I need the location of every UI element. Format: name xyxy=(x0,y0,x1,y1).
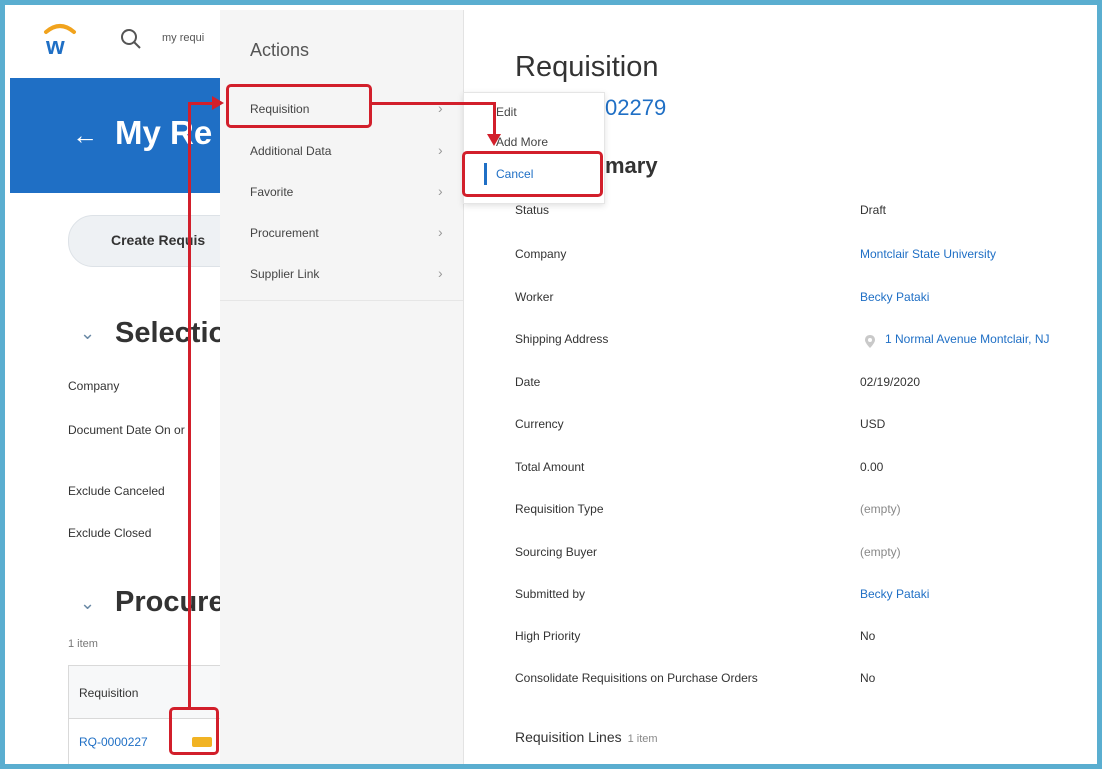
menu-item-label: Favorite xyxy=(250,185,294,199)
actions-menu-title: Actions xyxy=(250,40,310,60)
requisition-type-label: Requisition Type xyxy=(515,502,604,516)
chevron-right-icon: › xyxy=(438,183,443,199)
document-date-field-label: Document Date On or xyxy=(68,423,185,437)
annotation-line-horizontal xyxy=(188,102,214,105)
submenu-item-label: Add More xyxy=(496,135,549,149)
sourcing-buyer-value: (empty) xyxy=(860,545,901,559)
annotation-box-requisition xyxy=(226,84,372,128)
search-input[interactable]: my requi xyxy=(162,32,204,44)
annotation-arrow-right xyxy=(212,96,224,110)
sourcing-buyer-label: Sourcing Buyer xyxy=(515,545,598,559)
summary-heading: mary xyxy=(605,153,658,178)
selection-section-title: Selectio xyxy=(115,317,227,349)
chevron-down-icon[interactable]: ⌄ xyxy=(80,323,95,344)
submitted-by-link[interactable]: Becky Pataki xyxy=(860,587,929,601)
menu-item-procurement[interactable]: Procurement › xyxy=(220,212,463,252)
consolidate-value: No xyxy=(860,671,876,685)
exclude-canceled-field-label: Exclude Canceled xyxy=(68,484,165,498)
requisition-title: Requisition xyxy=(515,51,659,83)
chevron-right-icon: › xyxy=(438,224,443,240)
chevron-right-icon: › xyxy=(438,142,443,158)
submenu-item-label: Edit xyxy=(496,105,517,119)
submitted-by-label: Submitted by xyxy=(515,587,586,601)
svg-text:w: w xyxy=(45,33,65,58)
currency-label: Currency xyxy=(515,417,564,431)
annotation-line-to-submenu xyxy=(372,102,496,105)
shipping-address-link[interactable]: 1 Normal Avenue Montclair, NJ xyxy=(885,332,1050,346)
annotation-line-down xyxy=(493,102,496,136)
top-bar: w my requi xyxy=(10,10,225,78)
menu-item-supplier-link[interactable]: Supplier Link › xyxy=(220,253,463,293)
menu-item-favorite[interactable]: Favorite › xyxy=(220,171,463,211)
high-priority-label: High Priority xyxy=(515,629,581,643)
worker-value-link[interactable]: Becky Pataki xyxy=(860,290,929,304)
menu-item-label: Additional Data xyxy=(250,144,332,158)
chevron-down-icon[interactable]: ⌄ xyxy=(80,593,95,614)
shipping-address-label: Shipping Address xyxy=(515,332,609,346)
requisition-lines-heading: Requisition Lines 1 item xyxy=(515,729,658,745)
status-label: Status xyxy=(515,203,550,217)
menu-item-label: Procurement xyxy=(250,226,319,240)
item-count: 1 item xyxy=(68,638,98,650)
chevron-right-icon: › xyxy=(438,265,443,281)
consolidate-label: Consolidate Requisitions on Purchase Ord… xyxy=(515,671,758,685)
search-icon[interactable] xyxy=(120,28,142,50)
procurement-section-title: Procure xyxy=(115,586,225,618)
company-field-label: Company xyxy=(68,379,120,393)
company-label: Company xyxy=(515,247,567,261)
requisition-link[interactable]: RQ-0000227 xyxy=(79,735,148,749)
my-requisitions-page: w my requi ← My Re Create Requis ⌄ Selec… xyxy=(10,10,270,764)
create-requisition-label: Create Requis xyxy=(111,232,206,248)
annotation-box-related-actions xyxy=(169,707,219,755)
screenshot-frame: w my requi ← My Re Create Requis ⌄ Selec… xyxy=(0,0,1102,769)
requisition-lines-count: 1 item xyxy=(627,733,658,745)
date-label: Date xyxy=(515,375,541,389)
annotation-arrow-down xyxy=(487,134,501,146)
exclude-closed-field-label: Exclude Closed xyxy=(68,526,152,540)
worker-label: Worker xyxy=(515,290,554,304)
status-value: Draft xyxy=(860,203,887,217)
annotation-box-cancel xyxy=(462,151,603,197)
location-pin-icon xyxy=(865,335,875,348)
currency-value: USD xyxy=(860,417,886,431)
page-title: My Re xyxy=(115,114,213,151)
requisition-id[interactable]: 02279 xyxy=(605,95,666,121)
menu-item-label: Supplier Link xyxy=(250,267,320,281)
total-amount-label: Total Amount xyxy=(515,460,585,474)
requisition-type-value: (empty) xyxy=(860,502,901,516)
page-header: ← My Re xyxy=(10,78,225,193)
annotation-line-vertical xyxy=(188,102,191,707)
total-amount-value: 0.00 xyxy=(860,460,884,474)
menu-item-additional-data[interactable]: Additional Data › xyxy=(220,130,463,170)
company-value-link[interactable]: Montclair State University xyxy=(860,247,996,261)
high-priority-value: No xyxy=(860,629,876,643)
date-value: 02/19/2020 xyxy=(860,375,921,389)
back-arrow-icon[interactable]: ← xyxy=(72,120,98,151)
menu-divider xyxy=(220,300,463,301)
requisition-lines-label: Requisition Lines xyxy=(515,729,622,745)
table-header-requisition: Requisition xyxy=(79,686,139,700)
workday-logo-icon[interactable]: w xyxy=(40,18,80,58)
